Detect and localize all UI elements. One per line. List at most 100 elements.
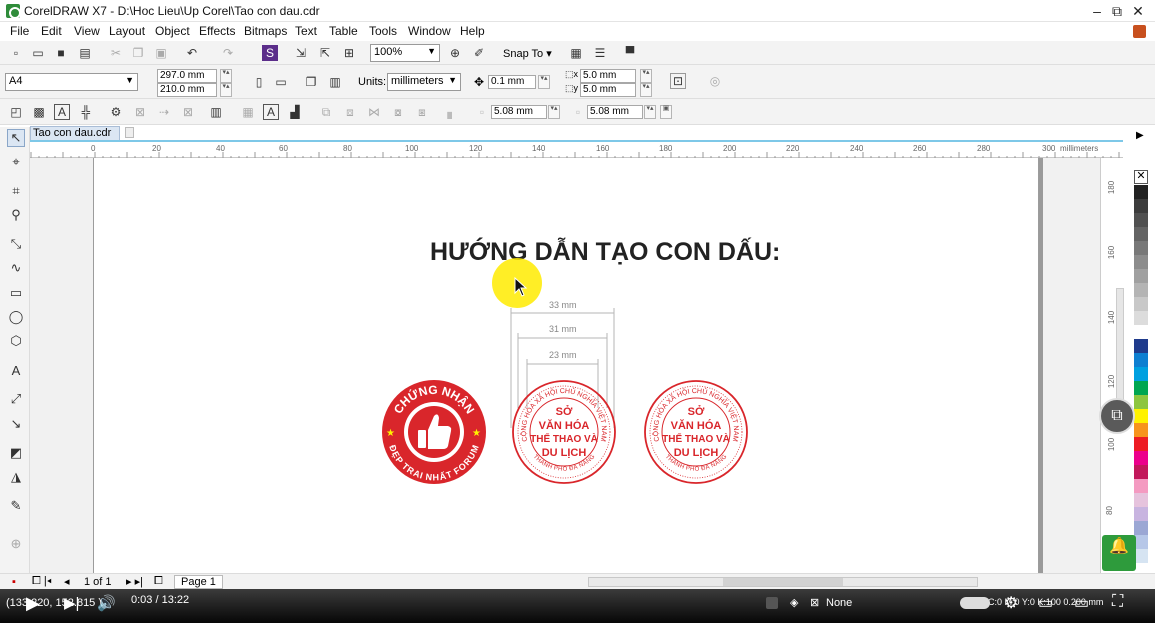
menu-layout[interactable]: Layout (109, 24, 145, 38)
duplicate-x-field[interactable]: 5.0 mm (580, 69, 636, 83)
publish-pdf-icon[interactable]: ⊞ (341, 45, 357, 61)
weld-icon[interactable]: ⧉ (318, 104, 334, 120)
add-tool-icon[interactable]: ⊕ (7, 535, 25, 553)
restore-button[interactable]: ⧉ (1107, 2, 1127, 20)
menu-edit[interactable]: Edit (41, 24, 62, 38)
copy-icon[interactable]: ❐ (130, 45, 146, 61)
stamp-department-final[interactable]: CỘNG HÒA XÃ HỘI CHỦ NGHĨA VIỆT NAM THÀNH… (642, 378, 750, 486)
zoom-level-select[interactable]: 100% ▼ (370, 44, 440, 62)
page-prev-icon[interactable]: ◂ (64, 575, 70, 588)
page-first-icon[interactable]: ⧠ |◂ (32, 575, 52, 588)
landscape-icon[interactable]: ▭ (273, 74, 289, 90)
page-options-icon[interactable]: ◎ (707, 73, 723, 89)
color-swatch[interactable] (1134, 521, 1148, 535)
paste-icon[interactable]: ▣ (153, 45, 169, 61)
nudge-distance-field[interactable]: 0.1 mm (488, 75, 536, 89)
color-swatch[interactable] (1134, 535, 1148, 549)
play-icon[interactable]: ▶ (26, 593, 40, 614)
color-swatch[interactable] (1134, 199, 1148, 213)
open-folder-icon[interactable]: ▭ (30, 45, 46, 61)
combine-icon[interactable]: ⊠ (132, 104, 148, 120)
rectangle-tool-icon[interactable]: ▭ (7, 284, 25, 302)
color-swatch[interactable] (1134, 451, 1148, 465)
fullscreen-icon[interactable]: ⛶ (1112, 593, 1123, 611)
vertical-ruler[interactable]: 180 160 140 120 100 80 (1100, 158, 1124, 573)
shape-tool-icon[interactable]: ⌖ (7, 153, 25, 171)
lock-ratio-icon[interactable]: ▣ (660, 105, 672, 119)
display-icon[interactable]: ✐ (471, 45, 487, 61)
color-swatch[interactable] (1134, 409, 1148, 423)
page-size-select[interactable]: A4 ▼ (5, 73, 138, 91)
menu-tools[interactable]: Tools (369, 24, 397, 38)
page-next-icon[interactable]: ▸ ▸| (126, 575, 143, 588)
freehand-tool-icon[interactable]: ⤡ (7, 235, 25, 253)
treat-as-filled-icon[interactable]: ⊡ (670, 73, 686, 89)
color-swatch[interactable] (1134, 353, 1148, 367)
all-pages-icon[interactable]: ❐ (303, 74, 319, 90)
page-add-after-icon[interactable]: ⧠ (154, 575, 163, 588)
color-swatch[interactable] (1134, 395, 1148, 409)
redo-icon[interactable]: ↷ (220, 45, 236, 61)
dup-y-spinner[interactable]: ▾▴ (640, 83, 652, 97)
color-swatch[interactable] (1134, 465, 1148, 479)
menu-window[interactable]: Window (408, 24, 451, 38)
user-icon[interactable] (1133, 25, 1146, 38)
search-content-icon[interactable]: S (262, 45, 278, 61)
color-swatch[interactable] (1134, 185, 1148, 199)
save-icon[interactable]: ■ (53, 45, 69, 61)
next-video-icon[interactable]: ▶| (64, 594, 79, 612)
theater-mode-icon[interactable]: ▭ (1074, 593, 1089, 613)
color-swatch[interactable] (1134, 213, 1148, 227)
transparency-tool-icon[interactable]: ◮ (7, 468, 25, 486)
text-icon[interactable]: A (263, 104, 279, 120)
portrait-icon[interactable]: ▯ (251, 74, 267, 90)
menu-effects[interactable]: Effects (199, 24, 235, 38)
fill-icon[interactable] (766, 597, 778, 609)
menu-file[interactable]: File (10, 24, 29, 38)
document-tab[interactable]: Tao con dau.cdr (30, 126, 120, 140)
node-icon[interactable]: ▟ (287, 104, 303, 120)
menu-help[interactable]: Help (460, 24, 485, 38)
zoom-tool-icon[interactable]: ⚲ (7, 206, 25, 224)
align-icon[interactable]: ╬ (78, 104, 94, 120)
color-swatch[interactable] (1134, 311, 1148, 325)
drawing-canvas[interactable]: HƯỚNG DẪN TẠO CON DẤU: 33 mm 31 mm 23 mm (30, 158, 1100, 573)
horizontal-scrollbar[interactable] (588, 577, 978, 587)
color-swatch[interactable] (1134, 297, 1148, 311)
ellipse-tool-icon[interactable]: ◯ (7, 308, 25, 326)
import-icon[interactable]: ⇲ (293, 45, 309, 61)
scrollbar-thumb[interactable] (723, 578, 843, 586)
group-icon[interactable]: ▩ (31, 104, 47, 120)
eyedropper-tool-icon[interactable]: ✎ (7, 497, 25, 515)
pick-tool-icon[interactable]: ↖ (7, 129, 25, 147)
menu-object[interactable]: Object (155, 24, 190, 38)
new-document-icon[interactable]: ▫ (8, 45, 24, 61)
width-spinner[interactable]: ▾▴ (220, 69, 232, 83)
wrap-icon[interactable]: ▦ (240, 104, 256, 120)
text-tool-icon[interactable]: A (7, 361, 25, 379)
options-icon[interactable]: ▦ (568, 45, 584, 61)
trim-icon[interactable]: ⧈ (342, 104, 358, 120)
menu-view[interactable]: View (74, 24, 100, 38)
page-height-field[interactable]: 210.0 mm (157, 83, 217, 97)
menu-table[interactable]: Table (329, 24, 358, 38)
crop-tool-icon[interactable]: ⌗ (7, 182, 25, 200)
text-frame-icon[interactable]: A (54, 104, 70, 120)
spacing-h-field[interactable]: 5.08 mm (491, 105, 547, 119)
stamp-certificate[interactable]: CHỨNG NHẬN ĐẸP TRAI NHẤT FORUM ★ ★ (380, 378, 488, 486)
height-spinner[interactable]: ▾▴ (220, 83, 232, 97)
boundary-icon[interactable]: ▖ (444, 104, 460, 120)
frame-icon[interactable]: ◰ (8, 104, 24, 120)
connector-tool-icon[interactable]: ↘ (7, 415, 25, 433)
intersect-icon[interactable]: ⋈ (366, 104, 382, 120)
current-page-icon[interactable]: ▥ (327, 74, 343, 90)
color-swatch[interactable] (1134, 325, 1148, 339)
color-swatch[interactable] (1134, 549, 1148, 563)
autoplay-toggle[interactable] (960, 597, 990, 609)
duplicate-y-field[interactable]: 5.0 mm (580, 83, 636, 97)
color-swatch[interactable] (1134, 367, 1148, 381)
spacing-h-spinner[interactable]: ▾▴ (548, 105, 560, 119)
dup-x-spinner[interactable]: ▾▴ (640, 69, 652, 83)
polygon-tool-icon[interactable]: ⬡ (7, 332, 25, 350)
snap-to-button[interactable]: Snap To ▾ (503, 47, 552, 60)
